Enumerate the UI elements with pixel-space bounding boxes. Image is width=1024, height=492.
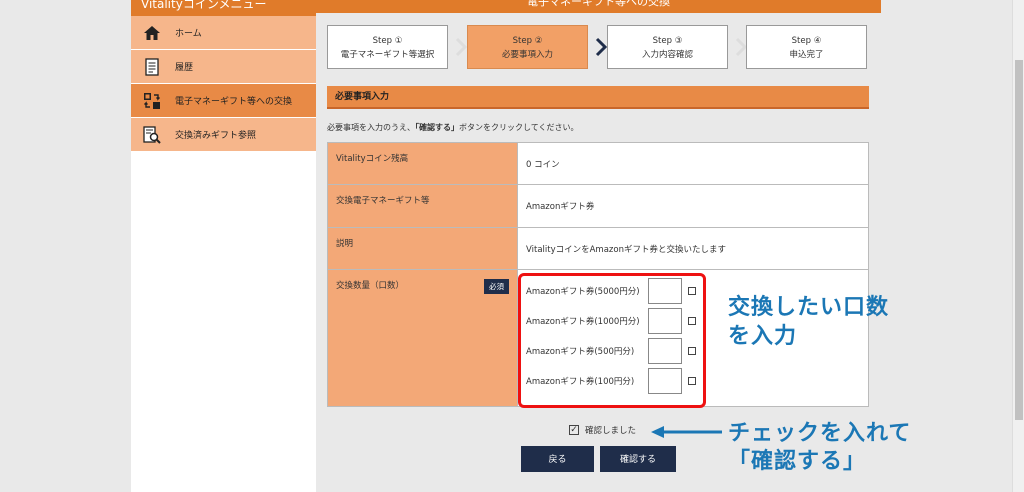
annotation-confirm: チェックを入れて 「確認する」: [728, 420, 911, 476]
instruction-text: 必要事項を入力のうえ、「確認する」ボタンをクリックしてください。: [327, 122, 579, 133]
sidebar-item-label: 交換済みギフト参照: [175, 131, 257, 141]
chevron-right-icon: [455, 37, 468, 57]
step-number: Step ②: [512, 36, 543, 46]
step-label: 入力内容確認: [641, 50, 693, 60]
sidebar-item-gift-reference[interactable]: 交換済みギフト参照: [131, 118, 316, 152]
table-row: Vitalityコイン残高 0 コイン: [327, 142, 869, 185]
instruction-post: ボタンをクリックしてください。: [459, 123, 579, 132]
balance-label: Vitalityコイン残高: [327, 142, 518, 185]
section-title: 必要事項入力: [327, 86, 869, 109]
step-label: 必要事項入力: [501, 50, 553, 60]
quantity-label: 交換数量（口数）: [336, 281, 405, 291]
sidebar-item-exchange[interactable]: 電子マネーギフト等への交換: [131, 84, 316, 118]
step-indicator: Step ① 電子マネーギフト等選択 Step ② 必要事項入力 Step ③ …: [327, 25, 867, 69]
step-3: Step ③ 入力内容確認: [607, 25, 728, 69]
back-button[interactable]: 戻る: [521, 446, 594, 472]
confirm-checkbox[interactable]: ✓: [569, 425, 579, 435]
search-document-icon: [143, 125, 161, 144]
sidebar-item-label: 電子マネーギフト等への交換: [175, 97, 293, 107]
step-number: Step ④: [791, 36, 822, 46]
document-icon: [143, 57, 161, 76]
scrollbar-thumb[interactable]: [1015, 60, 1023, 420]
description-label: 説明: [327, 227, 518, 270]
annotation-line: 「確認する」: [728, 449, 867, 474]
annotation-quantity: 交換したい口数 を入力: [728, 293, 889, 351]
instruction-bold: 「確認する」: [415, 123, 459, 132]
exchange-icon: [143, 92, 161, 110]
sidebar: Vitalityコインメニュー ホーム 履歴 電子マネーギフト等への交換 交換済…: [131, 0, 316, 492]
page-title: 電子マネーギフト等への交換: [316, 0, 881, 13]
confirm-label: 確認しました: [585, 426, 637, 436]
highlight-frame: [518, 273, 706, 408]
step-number: Step ③: [652, 36, 683, 46]
quantity-label-cell: 交換数量（口数） 必須: [327, 269, 518, 407]
table-row: 説明 VitalityコインをAmazonギフト券と交換いたします: [327, 227, 869, 270]
main-content: 電子マネーギフト等への交換 Step ① 電子マネーギフト等選択 Step ② …: [316, 0, 881, 492]
confirm-button[interactable]: 確認する: [600, 446, 676, 472]
scrollbar[interactable]: [1012, 0, 1024, 492]
step-label: 申込完了: [789, 50, 824, 60]
required-badge: 必須: [484, 279, 509, 294]
sidebar-item-home[interactable]: ホーム: [131, 16, 316, 50]
home-icon: [143, 24, 161, 42]
description-value: VitalityコインをAmazonギフト券と交換いたします: [517, 227, 869, 270]
step-1: Step ① 電子マネーギフト等選択: [327, 25, 448, 69]
annotation-line: チェックを入れて: [728, 421, 912, 446]
sidebar-item-label: ホーム: [175, 29, 202, 39]
balance-value: 0 コイン: [517, 142, 869, 185]
annotation-line: を入力: [728, 324, 798, 349]
step-number: Step ①: [372, 36, 403, 46]
sidebar-item-history[interactable]: 履歴: [131, 50, 316, 84]
step-2-current: Step ② 必要事項入力: [467, 25, 588, 69]
gift-value: Amazonギフト券: [517, 184, 869, 228]
table-row: 交換電子マネーギフト等 Amazonギフト券: [327, 184, 869, 228]
sidebar-item-label: 履歴: [175, 63, 194, 73]
chevron-right-icon: [595, 37, 608, 57]
annotation-line: 交換したい口数: [728, 295, 890, 320]
gift-label: 交換電子マネーギフト等: [327, 184, 518, 228]
sidebar-title: Vitalityコインメニュー: [131, 0, 316, 16]
arrow-left-icon: [651, 426, 722, 438]
confirm-checkbox-row[interactable]: ✓ 確認しました: [569, 424, 636, 436]
step-label: 電子マネーギフト等選択: [340, 50, 435, 60]
instruction-pre: 必要事項を入力のうえ、: [327, 123, 415, 132]
step-4: Step ④ 申込完了: [746, 25, 867, 69]
